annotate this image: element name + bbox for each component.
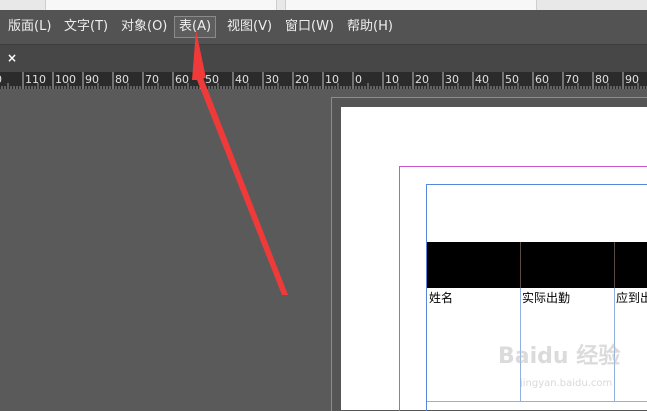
watermark-url: jingyan.baidu.com bbox=[520, 378, 613, 389]
table-cell-name[interactable]: 姓名 bbox=[429, 289, 453, 306]
ruler-label: 80 bbox=[595, 73, 609, 86]
ruler-label: 20 bbox=[415, 73, 429, 86]
ruler-label: 50 bbox=[505, 73, 519, 86]
browser-top-strip bbox=[0, 0, 647, 10]
ruler-label: 40 bbox=[235, 73, 249, 86]
menu-type[interactable]: 文字(T) bbox=[60, 16, 112, 38]
ruler-ticks: 0110100908070605040302010010203040506070… bbox=[0, 72, 647, 89]
ruler-label: 70 bbox=[565, 73, 579, 86]
ruler-label: 40 bbox=[475, 73, 489, 86]
ruler-label: 20 bbox=[295, 73, 309, 86]
ruler-label: 100 bbox=[55, 73, 76, 86]
menu-table[interactable]: 表(A) bbox=[174, 16, 217, 38]
menu-help[interactable]: 帮助(H) bbox=[343, 16, 397, 38]
ruler-label: 110 bbox=[25, 73, 46, 86]
ruler-label: 90 bbox=[625, 73, 639, 86]
ruler-label: 10 bbox=[325, 73, 339, 86]
menu-object[interactable]: 对象(O) bbox=[117, 16, 171, 38]
browser-tab-stub bbox=[285, 0, 537, 10]
table-cell-expected[interactable]: 应到出 bbox=[616, 289, 647, 306]
ruler-label: 80 bbox=[115, 73, 129, 86]
ruler-label: 0 bbox=[0, 73, 2, 86]
ruler-label: 60 bbox=[175, 73, 189, 86]
watermark-logo: Baidu 经验 bbox=[498, 344, 621, 369]
menu-bar: 版面(L) 文字(T) 对象(O) 表(A) 视图(V) 窗口(W) 帮助(H) bbox=[0, 10, 647, 45]
ruler-label: 90 bbox=[85, 73, 99, 86]
browser-tab-stub bbox=[45, 0, 277, 10]
menu-view[interactable]: 视图(V) bbox=[223, 16, 276, 38]
ruler-label: 10 bbox=[385, 73, 399, 86]
ruler-label: 50 bbox=[205, 73, 219, 86]
ruler-label: 30 bbox=[265, 73, 279, 86]
row-divider bbox=[427, 401, 647, 402]
document-tab-bar bbox=[0, 45, 647, 72]
ruler-label: 0 bbox=[355, 73, 362, 86]
table-cell-attendance[interactable]: 实际出勤 bbox=[522, 289, 570, 306]
ruler-label: 70 bbox=[145, 73, 159, 86]
menu-layout[interactable]: 版面(L) bbox=[4, 16, 55, 38]
ruler-label: 30 bbox=[445, 73, 459, 86]
ruler-label: 60 bbox=[535, 73, 549, 86]
horizontal-ruler[interactable]: 0110100908070605040302010010203040506070… bbox=[0, 72, 647, 89]
close-icon[interactable]: × bbox=[4, 50, 20, 66]
menu-window[interactable]: 窗口(W) bbox=[281, 16, 338, 38]
